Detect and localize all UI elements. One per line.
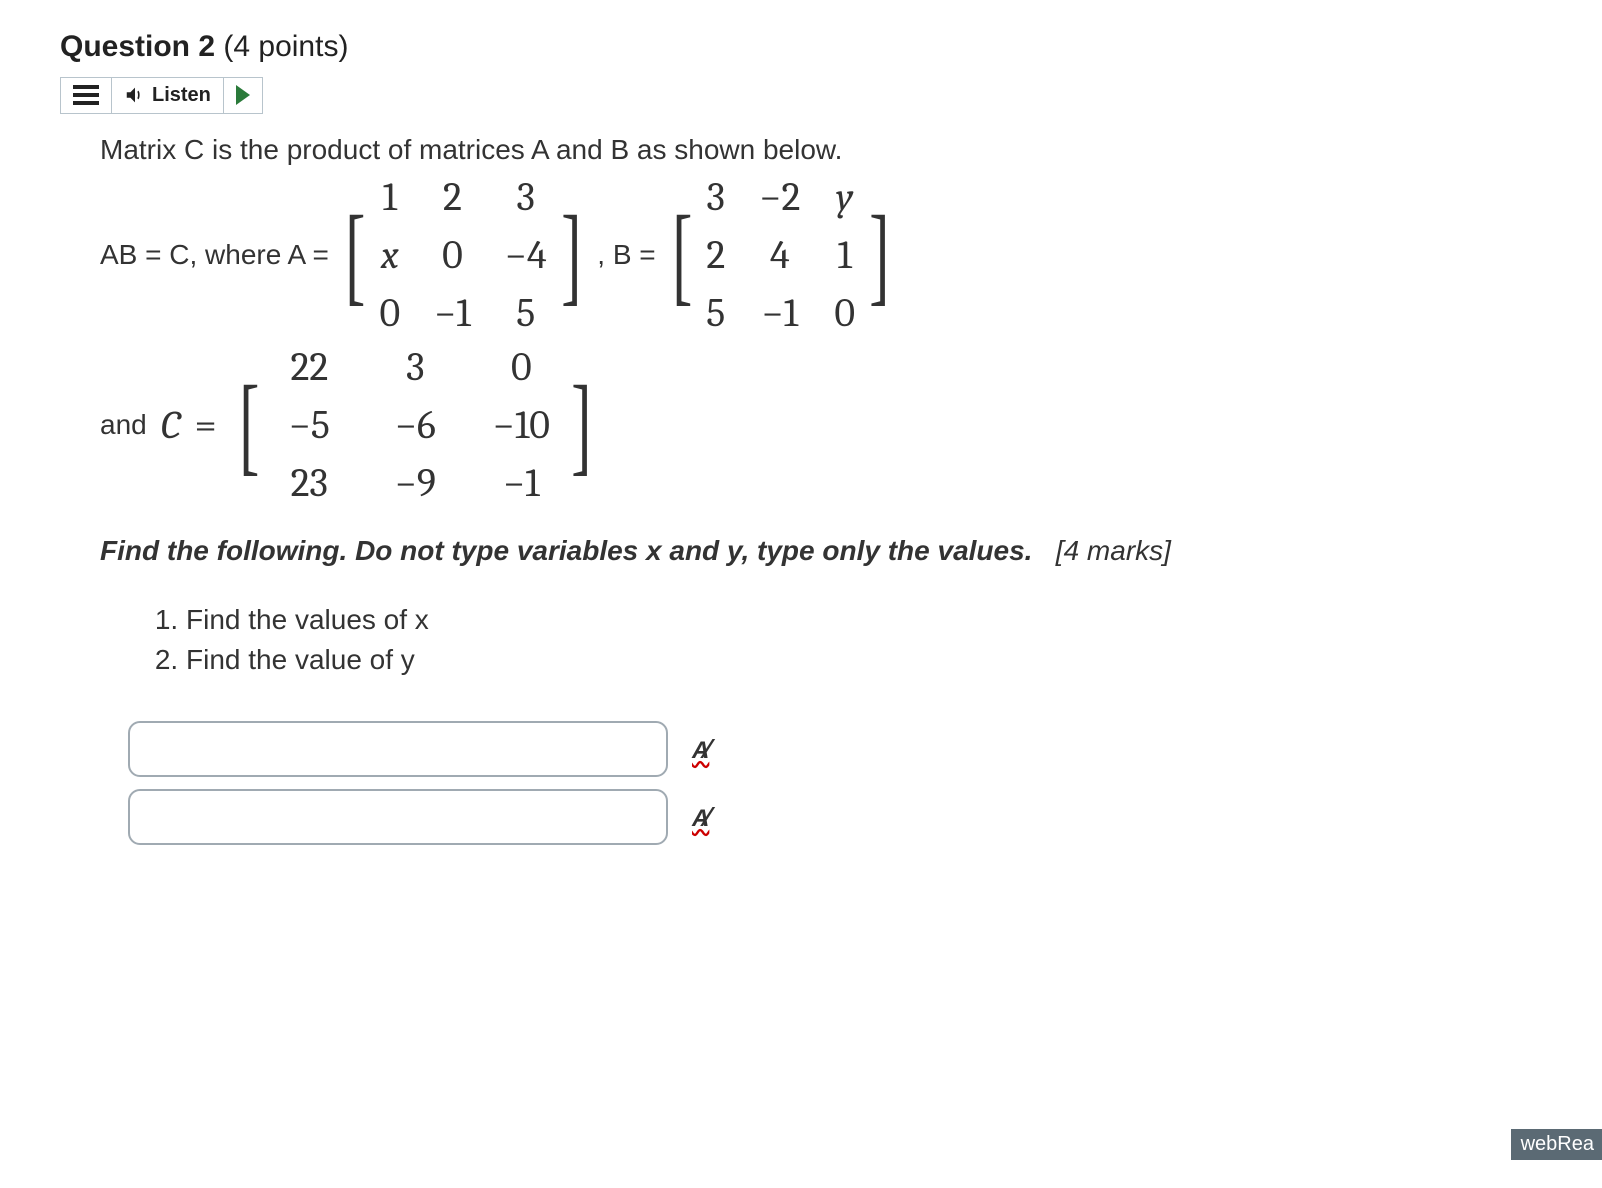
matrix-cell: 0 bbox=[834, 290, 855, 336]
spellcheck-icon[interactable]: A⁄ bbox=[692, 801, 710, 833]
matrix-A-grid: 1 2 3 x 0 −4 0 −1 5 bbox=[373, 174, 552, 336]
matrix-cell: −4 bbox=[505, 232, 547, 278]
equation-line-2: and C = 22 3 0 −5 −6 −10 23 −9 −1 bbox=[100, 344, 1542, 506]
matrix-cell: 1 bbox=[837, 232, 851, 278]
matrix-cell: 3 bbox=[516, 174, 534, 220]
spellcheck-icon[interactable]: A⁄ bbox=[692, 733, 710, 765]
matrix-cell: 2 bbox=[443, 174, 462, 220]
matrix-cell: −2 bbox=[759, 174, 800, 220]
matrix-cell: −9 bbox=[395, 460, 436, 506]
subquestion-2: Find the value of y bbox=[186, 640, 1542, 681]
instruction-marks: [4 marks] bbox=[1056, 535, 1171, 566]
matrix-cell: 0 bbox=[442, 232, 463, 278]
right-bracket-icon bbox=[869, 216, 889, 293]
question-body: Matrix C is the product of matrices A an… bbox=[100, 134, 1542, 845]
matrix-cell: 0 bbox=[379, 290, 400, 336]
answer-input-2[interactable] bbox=[128, 789, 668, 845]
question-toolbar: Listen bbox=[60, 77, 263, 114]
matrix-cell: 2 bbox=[706, 232, 725, 278]
hamburger-icon bbox=[73, 85, 99, 105]
matrix-cell: 23 bbox=[291, 460, 328, 506]
c-symbol: C bbox=[161, 402, 181, 448]
matrix-cell: −1 bbox=[434, 290, 471, 336]
equation-line-1: AB = C, where A = 1 2 3 x 0 −4 0 −1 5 , … bbox=[100, 174, 1542, 336]
matrix-B: 3 −2 y 2 4 1 5 −1 0 bbox=[664, 174, 898, 336]
left-bracket-icon bbox=[239, 386, 259, 463]
left-bracket-icon bbox=[672, 216, 692, 293]
right-bracket-icon bbox=[561, 216, 581, 293]
and-label: and bbox=[100, 409, 147, 441]
matrix-cell: −1 bbox=[503, 460, 540, 506]
matrix-cell: 5 bbox=[706, 290, 725, 336]
equals-sign: = bbox=[195, 402, 217, 448]
matrix-cell: 5 bbox=[516, 290, 535, 336]
matrix-cell: −5 bbox=[289, 402, 330, 448]
question-points: (4 points) bbox=[223, 30, 348, 63]
eq-prefix: AB = C, where A = bbox=[100, 239, 329, 271]
matrix-cell: 1 bbox=[383, 174, 397, 220]
matrix-cell: −10 bbox=[493, 402, 550, 448]
intro-text: Matrix C is the product of matrices A an… bbox=[100, 134, 1542, 166]
speaker-icon bbox=[124, 84, 146, 106]
matrix-cell: −1 bbox=[761, 290, 798, 336]
answer-area: A⁄ A⁄ bbox=[128, 721, 1542, 845]
answer-input-1[interactable] bbox=[128, 721, 668, 777]
answer-row-1: A⁄ bbox=[128, 721, 1542, 777]
right-bracket-icon bbox=[572, 386, 592, 463]
matrix-B-grid: 3 −2 y 2 4 1 5 −1 0 bbox=[700, 174, 861, 336]
listen-label: Listen bbox=[152, 84, 211, 107]
matrix-cell: 3 bbox=[707, 174, 725, 220]
webrea-badge[interactable]: webRea bbox=[1511, 1129, 1602, 1160]
matrix-cell: −6 bbox=[395, 402, 436, 448]
instruction-text: Find the following. Do not type variable… bbox=[100, 530, 1542, 572]
matrix-cell: y bbox=[836, 174, 853, 220]
instruction-bold: Find the following. Do not type variable… bbox=[100, 535, 1032, 566]
play-button[interactable] bbox=[224, 78, 262, 113]
menu-button[interactable] bbox=[61, 78, 112, 113]
matrix-C-grid: 22 3 0 −5 −6 −10 23 −9 −1 bbox=[267, 344, 563, 506]
matrix-A: 1 2 3 x 0 −4 0 −1 5 bbox=[337, 174, 589, 336]
subquestion-1: Find the values of x bbox=[186, 600, 1542, 641]
matrix-cell: 3 bbox=[406, 344, 424, 390]
matrix-cell: 0 bbox=[511, 344, 532, 390]
subquestion-list: Find the values of x Find the value of y bbox=[146, 600, 1542, 681]
matrix-C: 22 3 0 −5 −6 −10 23 −9 −1 bbox=[231, 344, 600, 506]
listen-button[interactable]: Listen bbox=[112, 78, 224, 113]
left-bracket-icon bbox=[345, 216, 365, 293]
answer-row-2: A⁄ bbox=[128, 789, 1542, 845]
between-ab: , B = bbox=[597, 239, 655, 271]
question-number: Question 2 bbox=[60, 30, 215, 63]
question-header: Question 2 (4 points) bbox=[60, 30, 1542, 64]
play-icon bbox=[236, 85, 250, 105]
matrix-cell: 22 bbox=[290, 344, 328, 390]
matrix-cell: x bbox=[381, 232, 399, 278]
matrix-cell: 4 bbox=[770, 232, 790, 278]
